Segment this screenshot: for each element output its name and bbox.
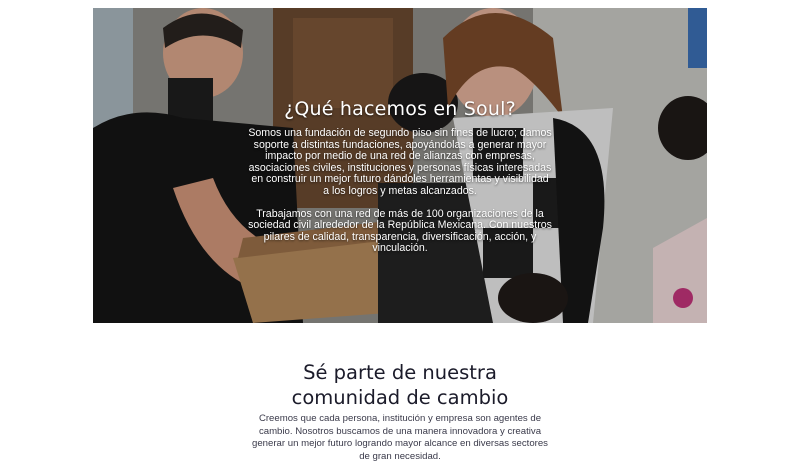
community-description: Creemos que cada persona, institución y … [252, 413, 548, 462]
hero-title: ¿Qué hacemos en Soul? [284, 98, 516, 120]
hero-text-block: ¿Qué hacemos en Soul? Somos una fundació… [248, 98, 552, 266]
community-section: Sé parte de nuestra comunidad de cambio … [200, 360, 600, 463]
community-title-rest: de cambio [400, 386, 509, 409]
community-title: Sé parte de nuestra comunidad de cambio [200, 360, 600, 410]
community-title-line1: Sé parte de nuestra [303, 361, 497, 384]
community-title-highlight: comunidad [289, 386, 402, 409]
hero-paragraph-network: Trabajamos con una red de más de 100 org… [248, 207, 552, 255]
hero-banner: ¿Qué hacemos en Soul? Somos una fundació… [93, 8, 707, 323]
hero-paragraph-mission: Somos una fundación de segundo piso sin … [248, 127, 552, 197]
